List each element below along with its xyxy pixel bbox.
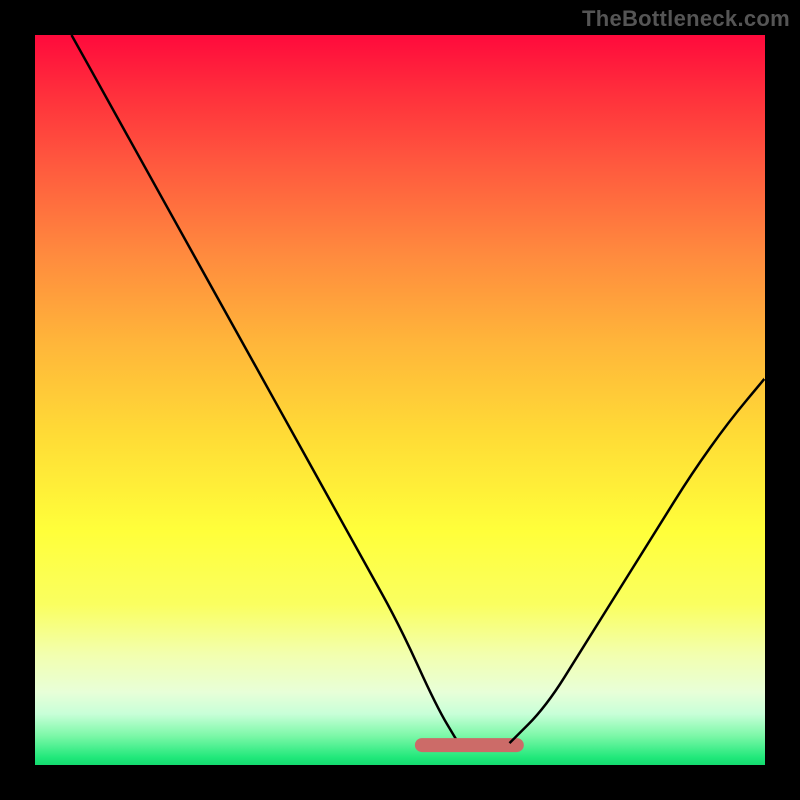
chart-container: TheBottleneck.com	[0, 0, 800, 800]
chart-svg	[35, 35, 765, 765]
curve-left-branch	[72, 35, 459, 743]
plot-area	[35, 35, 765, 765]
curve-right-branch	[510, 378, 766, 743]
watermark-text: TheBottleneck.com	[582, 6, 790, 32]
